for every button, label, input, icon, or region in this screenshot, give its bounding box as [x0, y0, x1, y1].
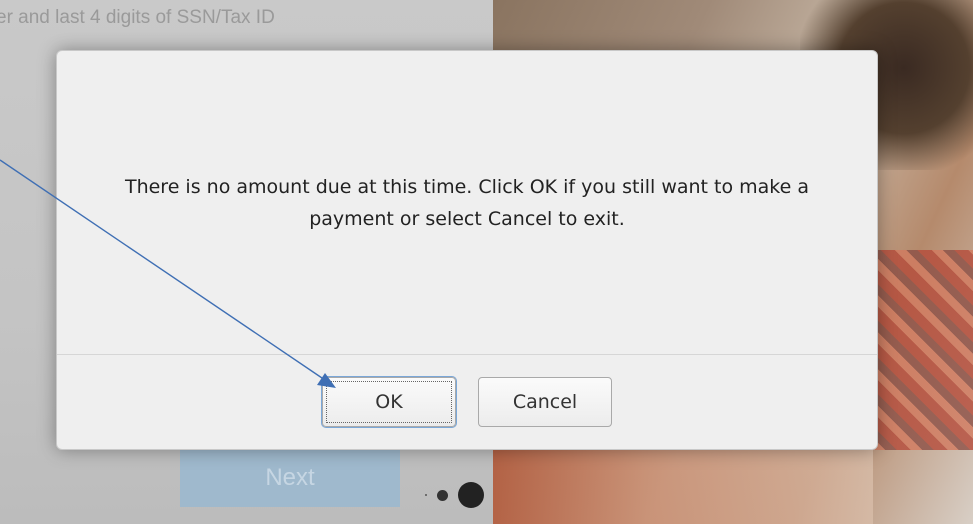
- background-hint-text: er and last 4 digits of SSN/Tax ID: [0, 7, 275, 28]
- dialog-message: There is no amount due at this time. Cli…: [124, 175, 810, 230]
- carousel-dot-icon[interactable]: [437, 489, 448, 501]
- next-button[interactable]: Next: [180, 449, 400, 507]
- carousel-dots: [425, 482, 484, 508]
- confirmation-dialog: There is no amount due at this time. Cli…: [56, 50, 878, 450]
- carousel-dot-icon[interactable]: [458, 482, 484, 508]
- cancel-button[interactable]: Cancel: [478, 377, 612, 427]
- dialog-footer: OK Cancel: [57, 355, 877, 449]
- dialog-body: There is no amount due at this time. Cli…: [57, 51, 877, 354]
- ok-button[interactable]: OK: [322, 377, 456, 427]
- carousel-dot-icon[interactable]: [425, 494, 427, 496]
